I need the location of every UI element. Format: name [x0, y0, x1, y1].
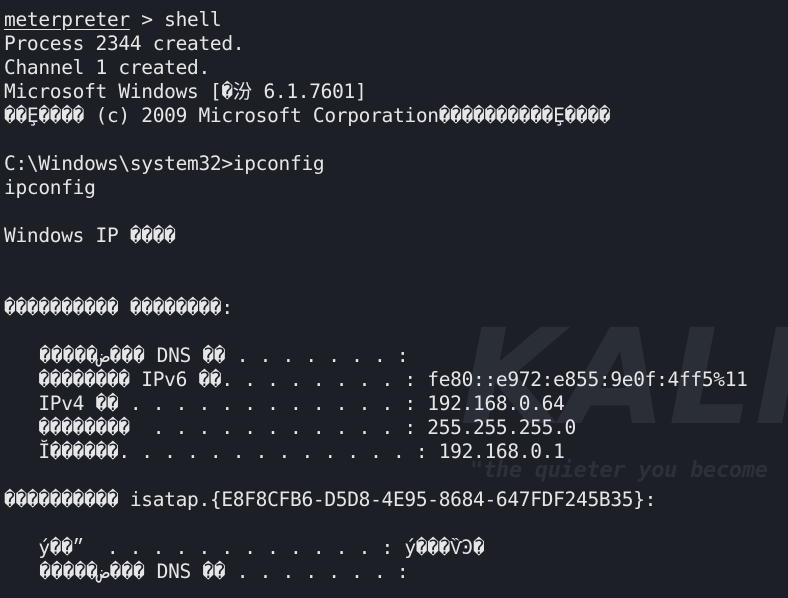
output-line — [4, 464, 788, 488]
output-line — [4, 248, 788, 272]
output-line — [4, 512, 788, 536]
shell-command: > shell — [130, 8, 222, 31]
meterpreter-prompt-line: meterpreter > shell — [4, 8, 788, 32]
output-line — [4, 200, 788, 224]
output-line: �����ض��� DNS ��׺ . . . . . . . : — [4, 560, 788, 584]
output-line: ���������� ��������: — [4, 296, 788, 320]
output-line: Microsoft Windows [�汾 6.1.7601] — [4, 80, 788, 104]
meterpreter-prompt: meterpreter — [4, 8, 130, 31]
output-line: Channel 1 created. — [4, 56, 788, 80]
output-line: ipconfig — [4, 176, 788, 200]
output-line: ý��״ . . . . . . . . . . . . : ý���ѶϿ� — [4, 536, 788, 560]
output-line: �������� . . . . . . . . . . . : 255.255… — [4, 416, 788, 440]
terminal-window[interactable]: KALI "the quieter you become meterpreter… — [0, 0, 788, 598]
output-line — [4, 272, 788, 296]
terminal-output: meterpreter > shell Process 2344 created… — [4, 8, 788, 584]
output-line — [4, 320, 788, 344]
output-line: �����ض��� DNS ��׺ . . . . . . . : — [4, 344, 788, 368]
output-line: ��Ȩ���� (c) 2009 Microsoft Corporation��… — [4, 104, 788, 128]
cmd-prompt-line: C:\Windows\system32>ipconfig — [4, 152, 788, 176]
output-line: IPv4 �� . . . . . . . . . . . . : 192.16… — [4, 392, 788, 416]
output-line: �������� IPv6 ��. . . . . . . . : fe80::… — [4, 368, 788, 392]
output-line — [4, 128, 788, 152]
output-line: Process 2344 created. — [4, 32, 788, 56]
output-line: ���������� isatap.{E8F8CFB6-D5D8-4E95-86… — [4, 488, 788, 512]
output-line: Windows IP ���� — [4, 224, 788, 248]
output-line: Ĭ������. . . . . . . . . . . . . : 192.1… — [4, 440, 788, 464]
